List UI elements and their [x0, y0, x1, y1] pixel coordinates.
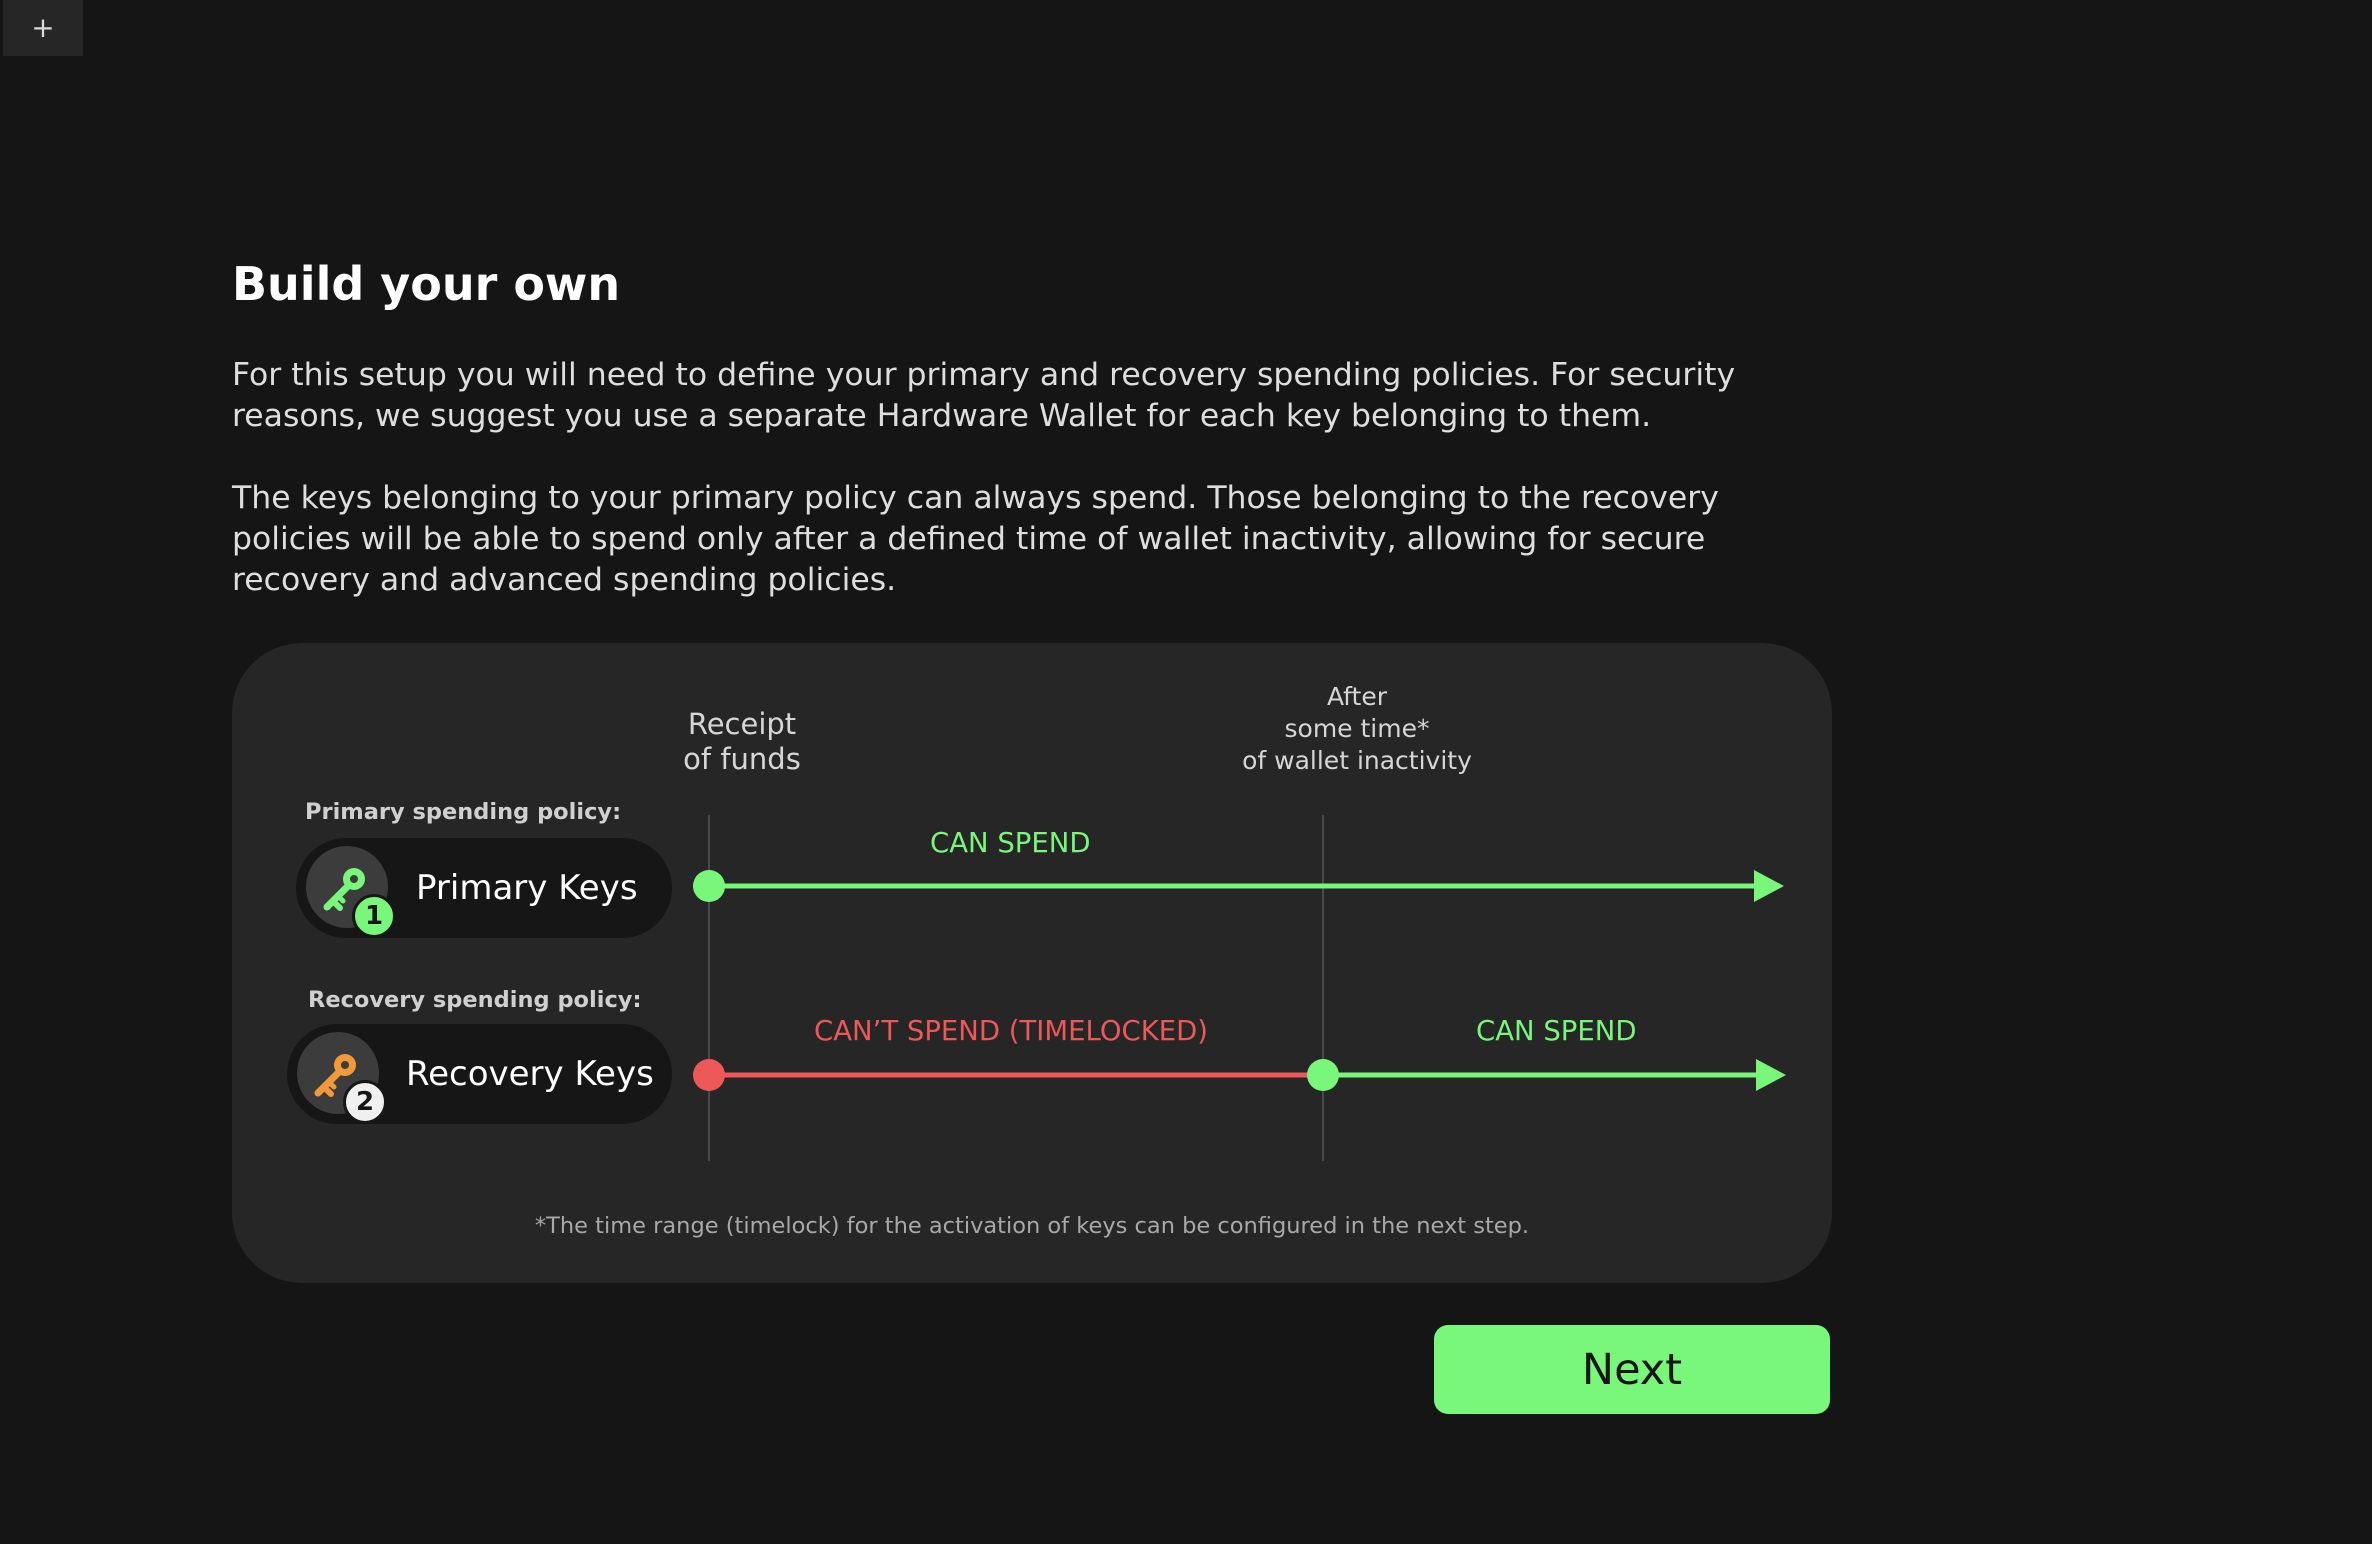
recovery-keys-label: Recovery Keys	[406, 1054, 654, 1094]
intro-paragraph-1: For this setup you will need to define y…	[232, 357, 1736, 434]
timeline-diagram	[693, 815, 1786, 1161]
timelock-footnote: *The time range (timelock) for the activ…	[534, 1213, 1530, 1239]
primary-keys-label: Primary Keys	[416, 868, 638, 908]
intro-section: Build your own For this setup you will n…	[232, 250, 1832, 601]
primary-start-dot	[693, 870, 725, 902]
primary-policy-label: Primary spending policy:	[305, 799, 622, 825]
policy-diagram-card: Receipt of funds After some time* of wal…	[232, 643, 1832, 1283]
plus-icon: +	[31, 11, 55, 44]
recovery-policy-label: Recovery spending policy:	[308, 987, 642, 1013]
next-button[interactable]: Next	[1434, 1325, 1830, 1414]
receipt-of-funds-label: Receipt of funds	[683, 707, 801, 776]
page-title: Build your own	[232, 257, 621, 311]
add-tab-button[interactable]: +	[3, 0, 83, 56]
intro-paragraph-2: The keys belonging to your primary polic…	[232, 480, 1719, 598]
recovery-arrowhead	[1756, 1059, 1786, 1091]
primary-can-spend-label: CAN SPEND	[930, 827, 1091, 859]
recovery-can-spend-label: CAN SPEND	[1476, 1015, 1637, 1047]
primary-arrowhead	[1754, 870, 1784, 902]
recovery-keys-pill: 2 Recovery Keys	[287, 1024, 672, 1124]
recovery-key-badge: 2	[343, 1080, 387, 1124]
primary-keys-pill: 1 Primary Keys	[296, 838, 672, 938]
primary-key-badge: 1	[352, 894, 396, 938]
after-inactivity-label: After some time* of wallet inactivity	[1242, 682, 1472, 775]
recovery-unlock-dot	[1307, 1059, 1339, 1091]
recovery-key-avatar: 2	[297, 1032, 387, 1124]
recovery-start-dot	[693, 1059, 725, 1091]
recovery-timelocked-label: CAN’T SPEND (TIMELOCKED)	[814, 1015, 1209, 1047]
primary-key-avatar: 1	[306, 846, 396, 938]
